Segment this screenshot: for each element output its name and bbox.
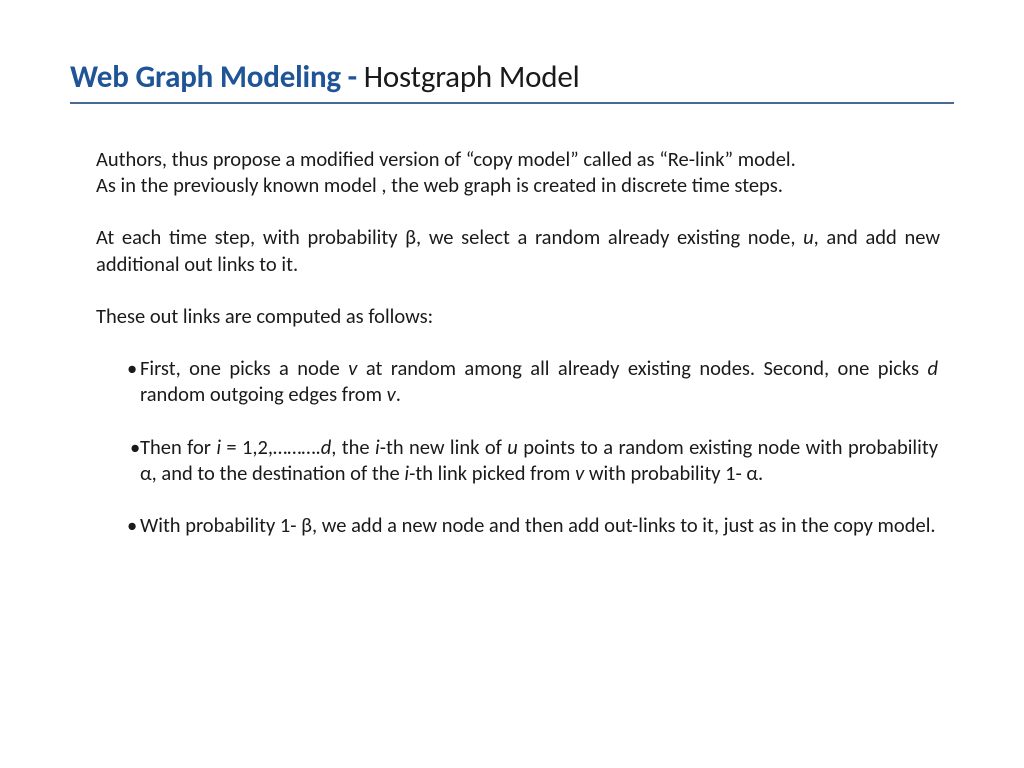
slide-body: Authors, thus propose a modified version…: [70, 146, 954, 538]
title-suffix: Hostgraph Model: [364, 58, 580, 96]
paragraph-1: Authors, thus propose a modified version…: [96, 146, 940, 172]
spacer: [96, 329, 940, 355]
variable-u: u: [803, 224, 814, 250]
text-run: with probability 1- α.: [584, 460, 763, 486]
text-run: = 1,2,……….: [221, 434, 321, 460]
text-run: .: [396, 381, 401, 407]
variable-v: v: [575, 460, 584, 486]
title-underline: Web Graph Modeling - Hostgraph Model: [70, 58, 954, 104]
text-run: at random among all already existing nod…: [357, 355, 927, 381]
slide-container: Web Graph Modeling - Hostgraph Model Aut…: [0, 0, 1024, 768]
bullet-item-2: Then for i = 1,2,……….d, the i-th new lin…: [140, 434, 938, 486]
text-run: At each time step, with probability β, w…: [96, 224, 803, 250]
text-run: random outgoing edges from: [140, 381, 387, 407]
variable-d: d: [321, 434, 332, 460]
text-run: , the: [331, 434, 375, 460]
text-run: -th link picked from: [409, 460, 575, 486]
text-run: First, one picks a node: [140, 355, 348, 381]
text-run: Then for: [140, 434, 216, 460]
slide-title: Web Graph Modeling - Hostgraph Model: [70, 58, 954, 96]
spacer: [96, 198, 940, 224]
paragraph-4: These out links are computed as follows:: [96, 303, 940, 329]
bullet-item-3: With probability 1- β, we add a new node…: [140, 512, 938, 538]
spacer: [96, 277, 940, 303]
variable-d: d: [927, 355, 938, 381]
title-prefix: Web Graph Modeling -: [70, 58, 364, 96]
bullet-list: First, one picks a node v at random amon…: [96, 355, 940, 538]
variable-v: v: [387, 381, 396, 407]
variable-u: u: [507, 434, 518, 460]
text-run: -th new link of: [380, 434, 508, 460]
bullet-item-1: First, one picks a node v at random amon…: [140, 355, 938, 407]
paragraph-3: At each time step, with probability β, w…: [96, 224, 940, 276]
paragraph-2: As in the previously known model , the w…: [96, 172, 940, 198]
